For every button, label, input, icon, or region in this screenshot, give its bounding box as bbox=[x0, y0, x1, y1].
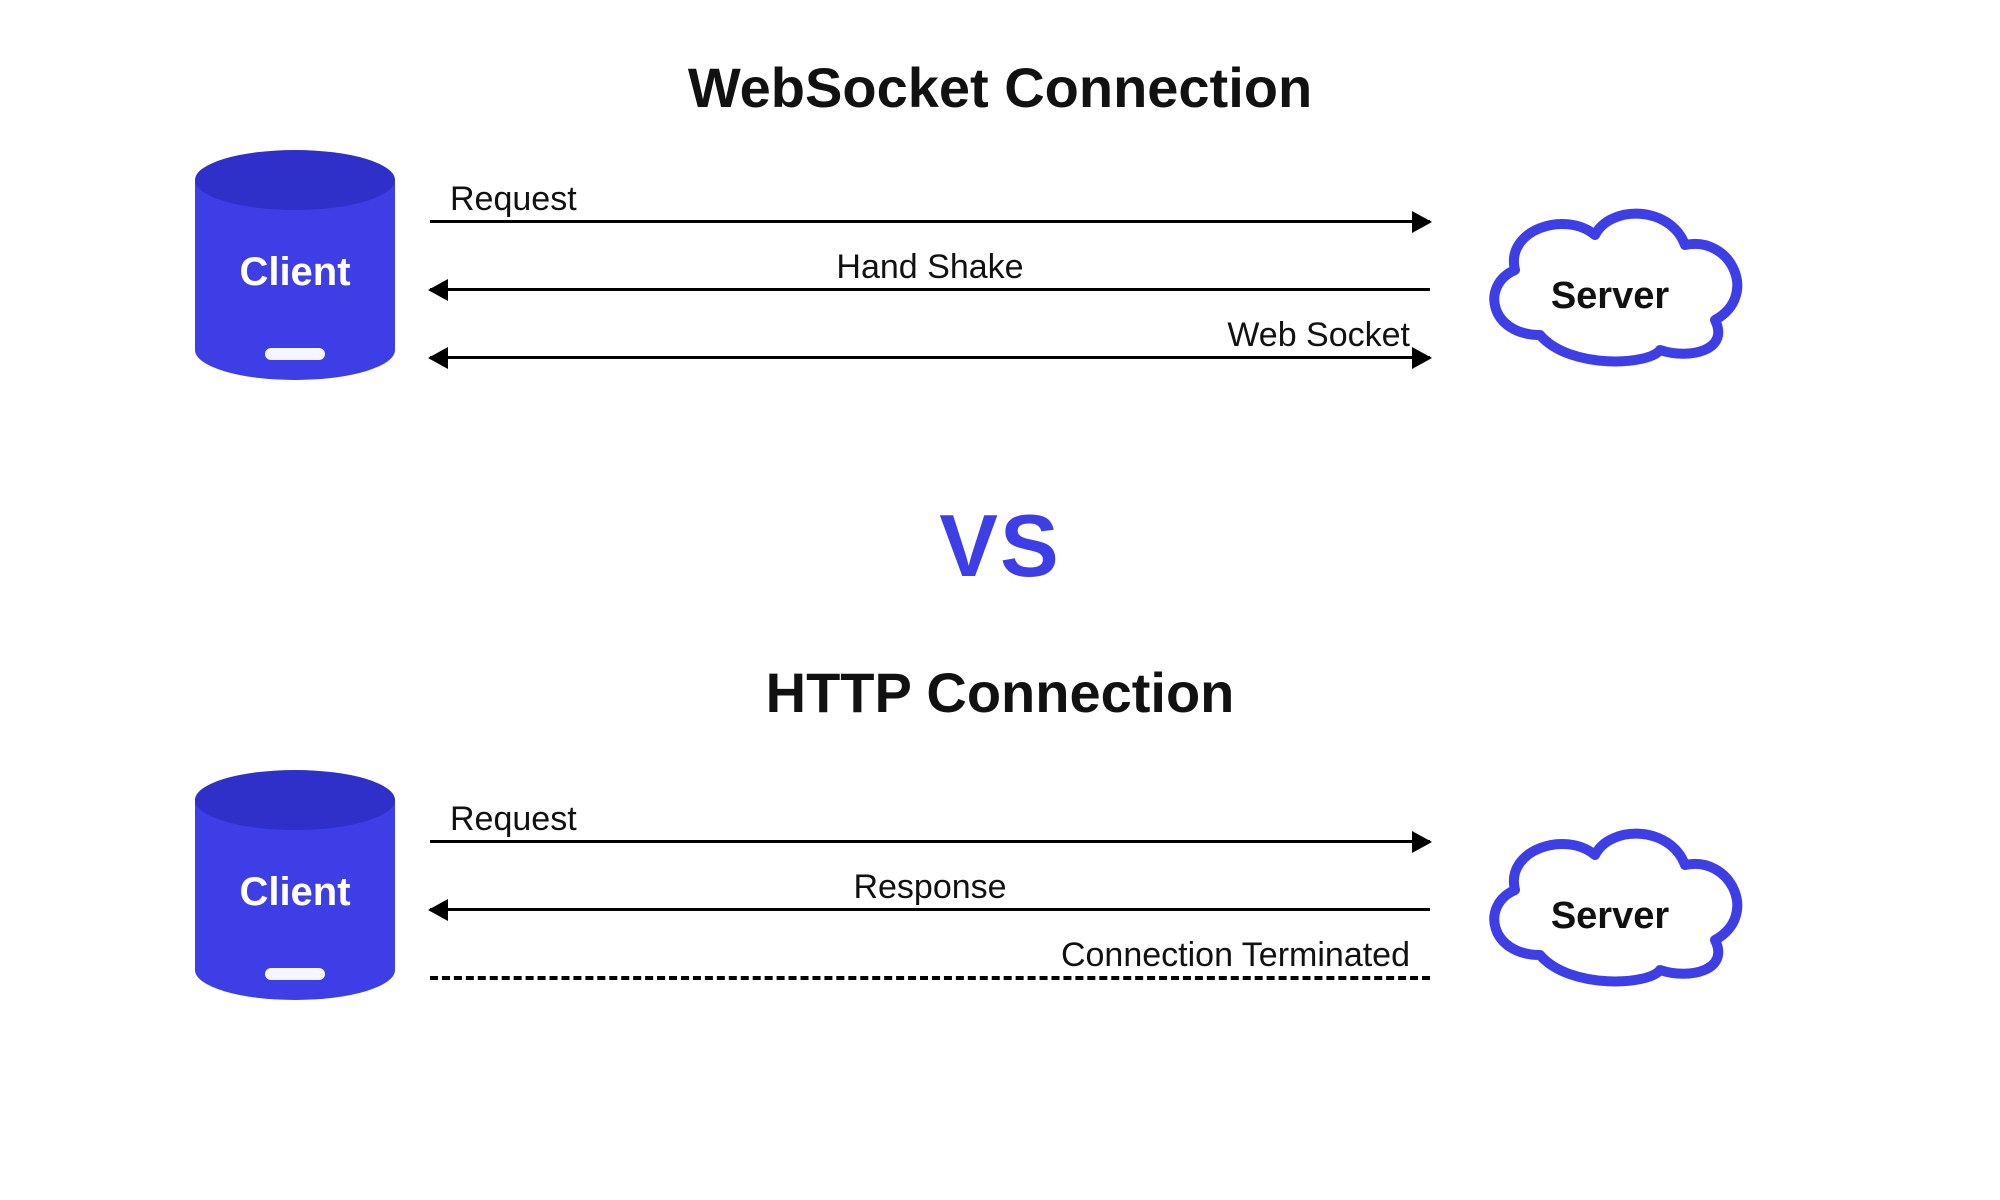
websocket-server-icon: Server bbox=[1460, 175, 1760, 375]
http-arrows: Request Response Connection Terminated bbox=[430, 800, 1430, 1020]
arrow-http-terminated-label: Connection Terminated bbox=[1061, 936, 1410, 975]
arrow-http-request-label: Request bbox=[450, 800, 577, 839]
arrow-http-terminated: Connection Terminated bbox=[430, 936, 1430, 996]
arrow-http-response-label: Response bbox=[853, 868, 1006, 907]
arrow-request: Request bbox=[430, 180, 1430, 240]
arrow-http-response: Response bbox=[430, 868, 1430, 928]
websocket-client-label: Client bbox=[195, 250, 395, 295]
arrow-handshake-label: Hand Shake bbox=[836, 248, 1023, 287]
http-server-label: Server bbox=[1460, 895, 1760, 938]
http-client-icon: Client bbox=[195, 770, 395, 1000]
http-title: HTTP Connection bbox=[0, 660, 2000, 725]
arrow-left-icon bbox=[428, 899, 448, 921]
http-server-icon: Server bbox=[1460, 795, 1760, 995]
arrow-request-label: Request bbox=[450, 180, 577, 219]
arrow-http-request: Request bbox=[430, 800, 1430, 860]
arrow-right-icon bbox=[1412, 347, 1432, 369]
vs-label: VS bbox=[0, 495, 2000, 597]
arrow-handshake: Hand Shake bbox=[430, 248, 1430, 308]
websocket-client-icon: Client bbox=[195, 150, 395, 380]
websocket-server-label: Server bbox=[1460, 275, 1760, 318]
websocket-title: WebSocket Connection bbox=[0, 55, 2000, 120]
arrow-right-icon bbox=[1412, 211, 1432, 233]
arrow-right-icon bbox=[1412, 831, 1432, 853]
arrow-left-icon bbox=[428, 279, 448, 301]
websocket-arrows: Request Hand Shake Web Socket bbox=[430, 180, 1430, 400]
arrow-websocket-label: Web Socket bbox=[1227, 316, 1410, 355]
arrow-websocket: Web Socket bbox=[430, 316, 1430, 376]
http-client-label: Client bbox=[195, 870, 395, 915]
diagram-root: WebSocket Connection Client Server Reque… bbox=[0, 0, 2000, 1200]
arrow-left-icon bbox=[428, 347, 448, 369]
